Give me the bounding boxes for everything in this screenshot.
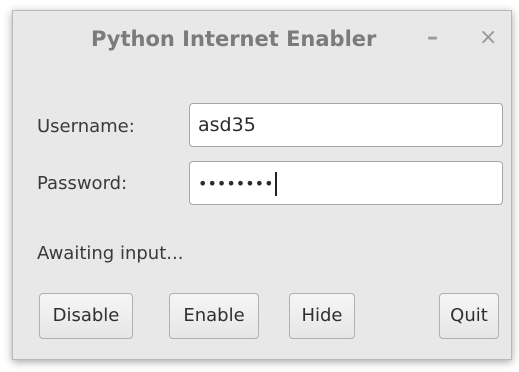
quit-button[interactable]: Quit xyxy=(439,293,499,339)
close-icon[interactable]: × xyxy=(479,25,497,51)
title-bar[interactable]: Python Internet Enabler – × xyxy=(13,11,511,73)
app-window: Python Internet Enabler – × Username: as… xyxy=(12,10,512,360)
password-masked-value: •••••••• xyxy=(198,174,274,193)
enable-button[interactable]: Enable xyxy=(169,293,259,339)
window-title: Python Internet Enabler xyxy=(91,27,377,51)
username-label: Username: xyxy=(37,116,135,137)
hide-button[interactable]: Hide xyxy=(289,293,355,339)
text-caret xyxy=(274,171,277,196)
disable-button[interactable]: Disable xyxy=(39,293,133,339)
username-field[interactable]: asd35 xyxy=(189,103,503,147)
username-value: asd35 xyxy=(198,114,256,136)
password-field[interactable]: •••••••• xyxy=(189,161,503,205)
minimize-icon[interactable]: – xyxy=(427,25,438,51)
status-text: Awaiting input... xyxy=(37,243,184,264)
password-label: Password: xyxy=(37,173,128,194)
